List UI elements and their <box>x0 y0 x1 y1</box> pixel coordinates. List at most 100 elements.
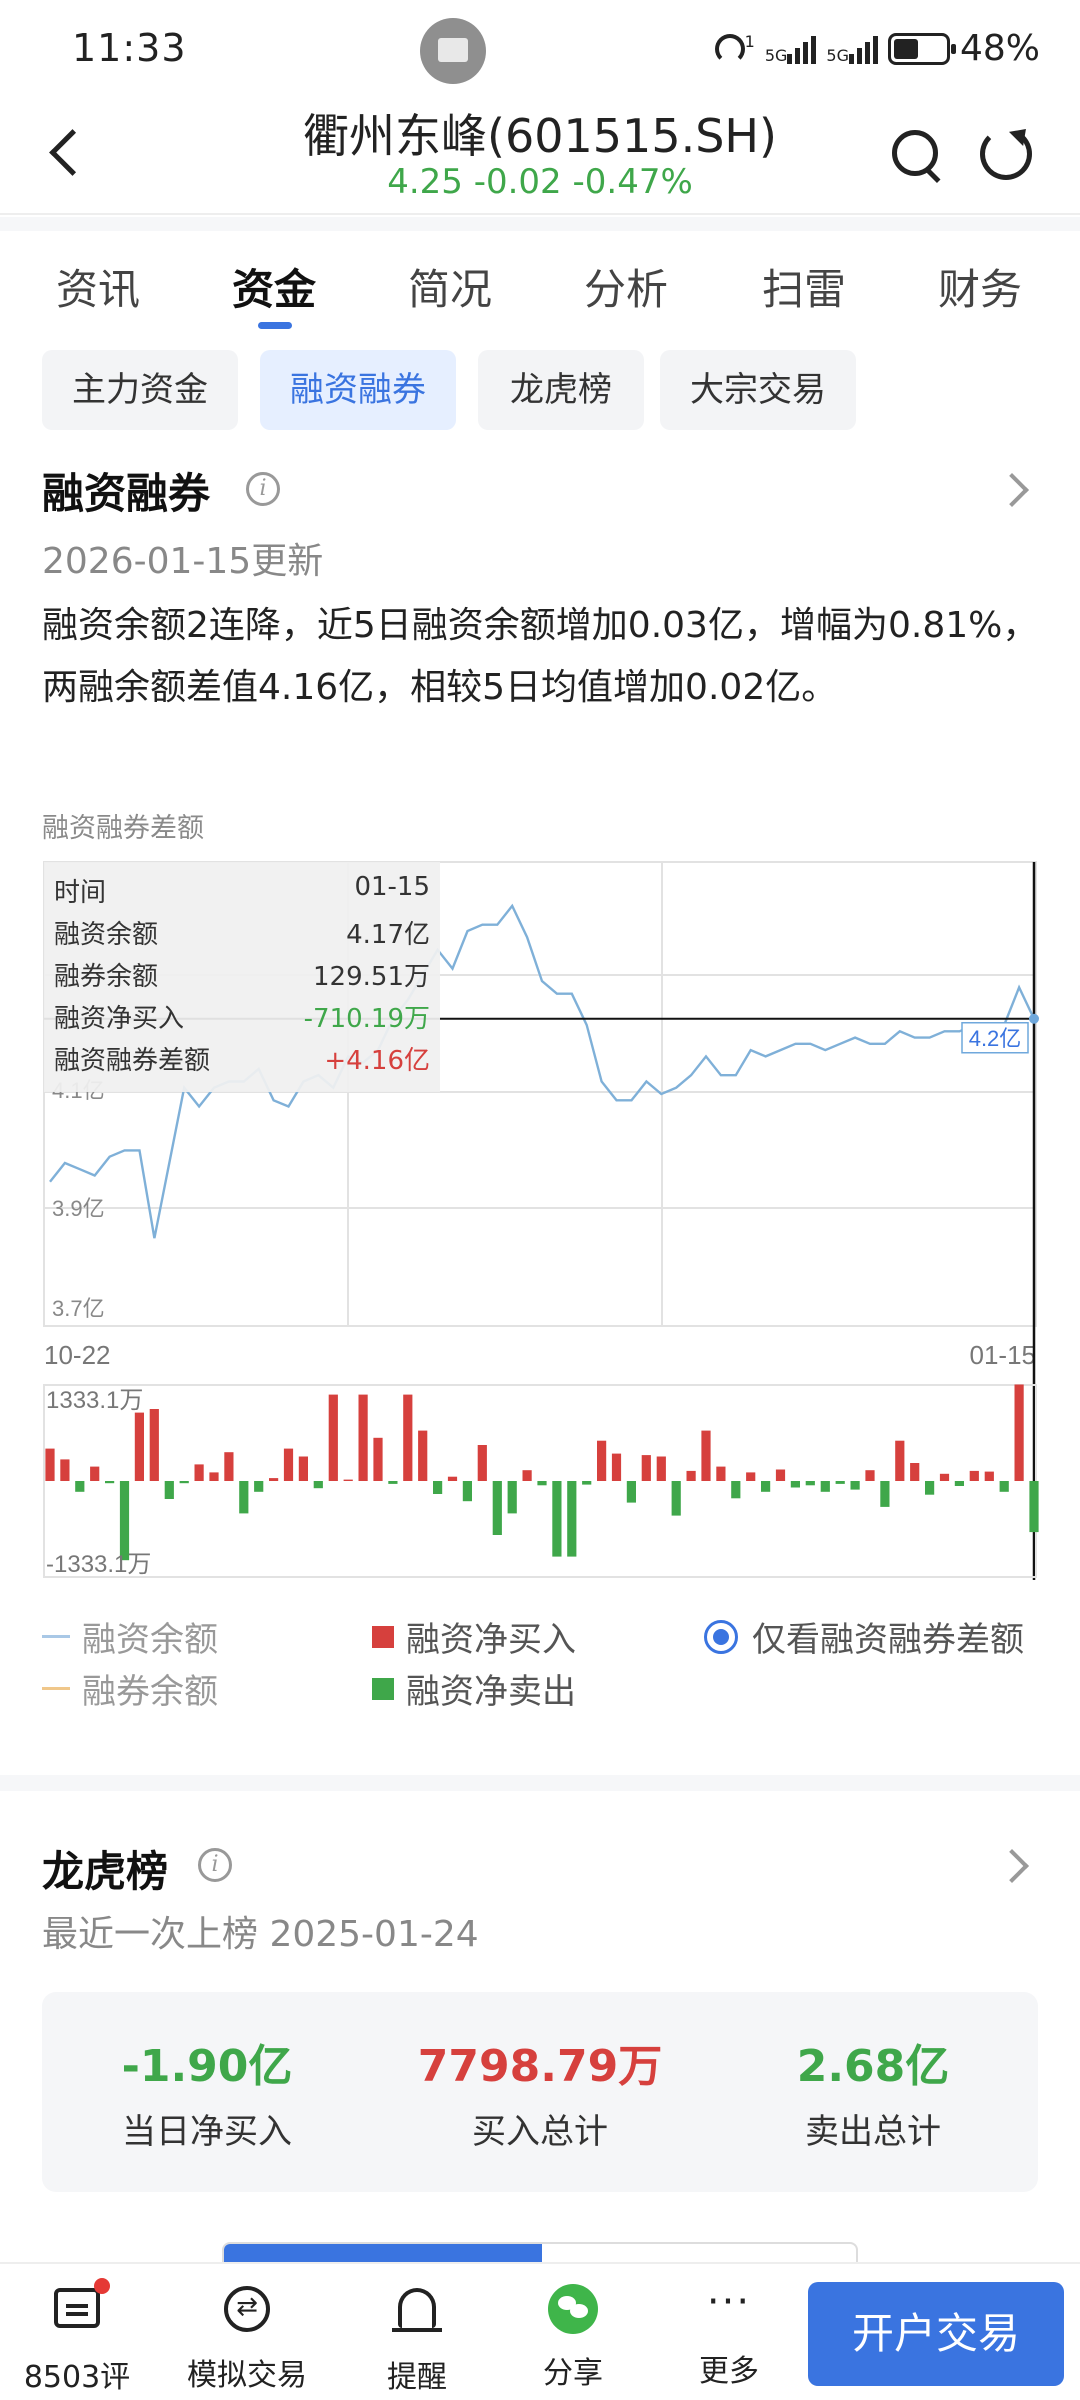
bar <box>925 1481 935 1495</box>
bar <box>969 1470 979 1481</box>
tab-funds[interactable]: 资金 <box>232 256 316 317</box>
bar <box>537 1481 547 1486</box>
subtab-margin-trading[interactable]: 融资融券 <box>260 350 456 430</box>
stat-total-sell: 2.68亿 卖出总计 <box>796 2041 950 2152</box>
bar <box>373 1437 383 1481</box>
lhb-summary-card[interactable]: -1.90亿 当日净买入 7798.79万 买入总计 2.68亿 卖出总计 <box>42 1992 1038 2192</box>
legend-financing-balance[interactable]: 融资余额 <box>42 1612 218 1661</box>
crosshair-point <box>1029 1013 1039 1024</box>
tooltip-row: 融资净买入 -710.19万 <box>54 1004 430 1034</box>
bar <box>492 1481 502 1535</box>
bar <box>149 1409 159 1481</box>
legend-securities-lending-balance[interactable]: 融券余额 <box>42 1664 218 1713</box>
stat-total-buy: 7798.79万 买入总计 <box>417 2041 663 2152</box>
main-tabs: 资讯 资金 简况 分析 扫雷 财务 <box>0 250 1080 340</box>
legend-net-sell[interactable]: 融资净卖出 <box>372 1664 576 1713</box>
legend-net-buy[interactable]: 融资净买入 <box>372 1612 576 1661</box>
bar <box>701 1430 711 1481</box>
bar <box>790 1481 800 1488</box>
nav-share[interactable]: 分享 <box>498 2282 648 2392</box>
search-icon[interactable] <box>890 128 942 180</box>
nav-sim-trade[interactable]: 模拟交易 <box>172 2282 322 2394</box>
bar <box>716 1466 726 1481</box>
bar <box>775 1469 786 1481</box>
stat-net-buy: -1.90亿 当日净买入 <box>121 2041 293 2152</box>
bar <box>343 1479 353 1481</box>
chevron-right-icon[interactable] <box>995 1849 1029 1883</box>
refresh-icon[interactable] <box>980 128 1032 180</box>
bar <box>895 1440 905 1481</box>
bar-y-tick-label: -1333.1万 <box>46 1551 151 1578</box>
signal-icon-1: 5G <box>765 34 817 64</box>
bar <box>313 1481 323 1489</box>
bar <box>522 1470 532 1481</box>
margin-section-title: 融资融券 <box>42 469 211 518</box>
bar <box>850 1481 860 1490</box>
unread-dot <box>94 2278 110 2294</box>
nav-comments[interactable]: 8503评 <box>2 2278 152 2396</box>
lhb-section-title: 龙虎榜 <box>42 1847 169 1896</box>
bar <box>433 1481 443 1494</box>
radio-selected-icon <box>704 1619 738 1654</box>
nav-alert[interactable]: 提醒 <box>342 2282 492 2396</box>
divider <box>0 1775 1080 1791</box>
bar <box>269 1478 279 1481</box>
bar <box>179 1481 189 1484</box>
bar <box>835 1481 845 1484</box>
subtab-main-funds[interactable]: 主力资金 <box>42 350 238 430</box>
bar <box>418 1430 428 1481</box>
bar <box>656 1456 666 1481</box>
tab-news[interactable]: 资讯 <box>56 256 140 317</box>
comment-icon <box>54 2278 110 2328</box>
bar <box>611 1453 622 1481</box>
bar <box>105 1481 115 1484</box>
battery-level: 48% <box>959 28 1040 69</box>
bar <box>45 1448 55 1481</box>
wechat-icon <box>548 2284 598 2334</box>
exchange-icon <box>224 2286 270 2332</box>
bar <box>626 1481 636 1503</box>
bar <box>686 1470 696 1481</box>
tab-analysis[interactable]: 分析 <box>584 256 668 317</box>
bar <box>134 1412 144 1481</box>
crosshair-label: 4.2亿 <box>969 1026 1022 1051</box>
info-icon[interactable]: i <box>246 472 280 506</box>
bar <box>462 1481 472 1502</box>
x-tick-label: 10-22 <box>44 1340 111 1370</box>
chevron-right-icon[interactable] <box>995 473 1029 507</box>
bar <box>298 1456 308 1481</box>
tab-overview[interactable]: 简况 <box>408 256 492 317</box>
chart-caption: 融资融券差额 <box>42 813 204 844</box>
bar <box>984 1471 994 1481</box>
x-tick-label: 01-15 <box>970 1340 1037 1370</box>
subtab-dragon-tiger[interactable]: 龙虎榜 <box>478 350 644 430</box>
divider <box>0 217 1080 231</box>
bar <box>194 1464 204 1481</box>
bar <box>746 1472 756 1481</box>
bottom-nav: 8503评 模拟交易 提醒 分享 ··· 更多 开户交易 <box>0 2262 1080 2400</box>
bar <box>567 1481 577 1557</box>
bar <box>1014 1384 1024 1481</box>
tab-finance[interactable]: 财务 <box>938 256 1022 317</box>
bar <box>939 1473 950 1481</box>
subtab-block-trade[interactable]: 大宗交易 <box>660 350 856 430</box>
nav-more[interactable]: ··· 更多 <box>654 2282 804 2390</box>
tooltip-row: 时间 01-15 <box>54 872 430 908</box>
bar <box>805 1481 815 1486</box>
bar <box>75 1481 85 1492</box>
bar <box>1029 1481 1039 1533</box>
battery-icon <box>887 32 956 65</box>
status-bar: 11:33 1 5G 5G 48% <box>0 0 1080 100</box>
tooltip-row: 融资余额 4.17亿 <box>54 920 430 950</box>
open-account-button[interactable]: 开户交易 <box>808 2282 1064 2386</box>
bar <box>90 1466 100 1481</box>
info-icon[interactable]: i <box>198 1848 232 1882</box>
bar <box>820 1481 830 1492</box>
tab-risk-scan[interactable]: 扫雷 <box>762 256 846 317</box>
margin-updated-date: 2026-01-15更新 <box>42 541 324 582</box>
bar <box>731 1481 741 1499</box>
bar <box>254 1481 264 1492</box>
lhb-segment-control[interactable] <box>222 2242 858 2262</box>
only-diff-radio[interactable]: 仅看融资融券差额 <box>704 1612 1024 1661</box>
notification-icon <box>420 18 486 84</box>
